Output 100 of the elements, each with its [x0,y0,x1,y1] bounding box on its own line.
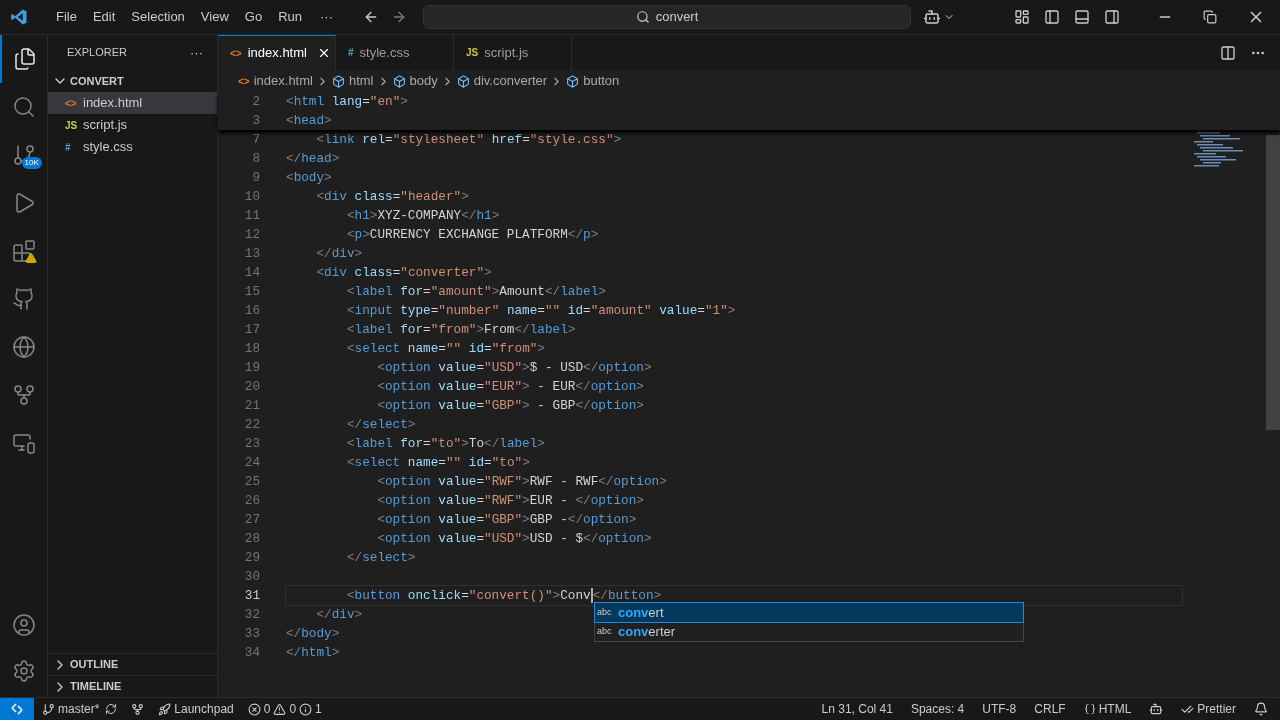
language-item[interactable]: HTML [1083,700,1132,718]
line-number: 16 [243,302,260,320]
code-line: <label for="amount">Amount</label> [345,283,606,301]
search-field[interactable]: convert [423,5,911,29]
line-number: 32 [243,606,260,624]
copilot-icon[interactable] [1149,702,1164,716]
minimap [1194,129,1244,169]
forward-icon[interactable] [391,9,407,25]
problems-item[interactable]: 0 0 1 [247,700,322,718]
breadcrumb-item[interactable]: div.converter [456,71,548,91]
menu-item[interactable]: Go [236,7,271,27]
breadcrumb-item[interactable]: html [331,71,374,91]
menu-item[interactable]: File [48,7,85,27]
code-line: </div> [315,245,363,263]
menu-item[interactable]: View [192,7,237,27]
launchpad-label: Launchpad [174,701,234,718]
line-number: 18 [243,340,260,358]
more-button[interactable]: ··· [190,42,203,63]
launchpad-item[interactable]: Launchpad [158,700,234,718]
back-icon[interactable] [363,9,379,25]
suggestion-item[interactable]: abc converter [595,622,1023,641]
cube-icon [392,74,406,88]
line-number: 17 [243,321,260,339]
explorer-entry[interactable]: # style.css [48,136,217,158]
prettier-item[interactable]: Prettier [1181,700,1236,718]
cube-icon [331,74,345,88]
layout-icon[interactable] [1014,9,1030,25]
split-editor-icon[interactable] [1220,44,1236,61]
line-number: 15 [243,283,260,301]
extensions-icon [11,239,36,263]
breadcrumb-label: button [583,72,620,91]
line-number: 34 [243,644,260,662]
code-line: <head> [286,112,332,130]
code-line: <body> [286,169,332,187]
cube-icon [566,74,580,88]
status-item[interactable]: Ln 31, Col 41 [821,700,893,718]
remote-button[interactable] [0,698,34,720]
code-line: <option value="USD">USD - $</option> [376,530,652,548]
sidebar-title: EXPLORER [67,45,127,61]
sync-icon[interactable] [105,703,118,715]
section-header[interactable]: OUTLINE [48,653,217,675]
line-number: 14 [243,264,260,282]
explorer-entry[interactable]: <> index.html [48,92,217,114]
line-number: 26 [243,492,260,510]
code-line: <select name="" id="from"> [345,340,545,358]
restore-icon[interactable] [1203,10,1217,24]
code-line: <p>CURRENCY EXCHANGE PLATFORM</p> [345,226,599,244]
remote-icon [11,431,36,455]
prettier-label: Prettier [1197,701,1236,718]
file-type-icon: JS [466,45,479,60]
scrollbar-thumb[interactable] [1266,135,1280,430]
sidebar-toggle-icon[interactable] [1044,9,1060,25]
warning-count: 0 [289,701,297,718]
graph-icon[interactable] [131,702,145,716]
menu-item[interactable]: Selection [123,7,193,27]
remote-icon [10,702,24,716]
code-line: <button onclick="convert()">Conv</button> [286,586,1182,605]
code-line: </head> [286,150,340,168]
browser-icon [11,335,36,359]
breadcrumb-item[interactable]: body [392,71,438,91]
copilot-icon[interactable] [923,8,941,26]
editor-tab[interactable]: # style.css [336,35,454,70]
file-name: script.js [83,116,128,135]
folder-header[interactable]: CONVERT [48,70,217,92]
warning-icon [273,702,287,716]
code-line: <label for="from">From</label> [345,321,576,339]
code-line: <option value="GBP"> - GBP</option> [376,397,644,415]
editor-tab[interactable]: JS script.js [454,35,572,70]
bell-icon[interactable] [1254,702,1268,716]
file-type-icon: <> [65,95,77,111]
menu-item[interactable]: Run [270,7,310,27]
code-line: </select> [345,549,416,567]
suggestion-item[interactable]: abc convert [595,603,1023,622]
code-line: <option value="RWF">EUR - </option> [376,492,644,510]
file-type-icon: # [348,45,354,60]
status-item[interactable]: Spaces: 4 [910,700,965,718]
logo-icon [10,8,28,26]
tab-label: script.js [484,43,529,62]
code-line: <option value="GBP">GBP -</option> [376,511,637,529]
panel-toggle-icon[interactable] [1074,9,1090,25]
more-menu[interactable]: ··· [310,7,343,27]
files-icon [12,47,37,71]
error-count: 0 [263,701,271,718]
explorer-entry[interactable]: JS script.js [48,114,217,136]
account-icon[interactable] [11,613,36,637]
status-item[interactable]: UTF-8 [982,700,1017,718]
breadcrumb-item[interactable]: button [566,71,620,91]
branch-item[interactable]: master* [42,700,100,718]
code-line: <html lang="en"> [286,93,408,111]
breadcrumb-label: div.converter [473,72,548,91]
editor-tab[interactable]: <> index.html [218,35,336,70]
secondary-sidebar-icon[interactable] [1104,9,1120,25]
code-line: <link rel="stylesheet" href="style.css"> [315,131,622,149]
activity-item[interactable]: 10K [0,131,48,179]
line-number: 27 [243,511,260,529]
line-number: 9 [251,169,260,187]
status-item[interactable]: CRLF [1034,700,1066,718]
settings-icon[interactable] [11,659,36,683]
breadcrumb-item[interactable]: <> index.html [238,71,313,91]
menu-item[interactable]: Edit [84,7,124,27]
